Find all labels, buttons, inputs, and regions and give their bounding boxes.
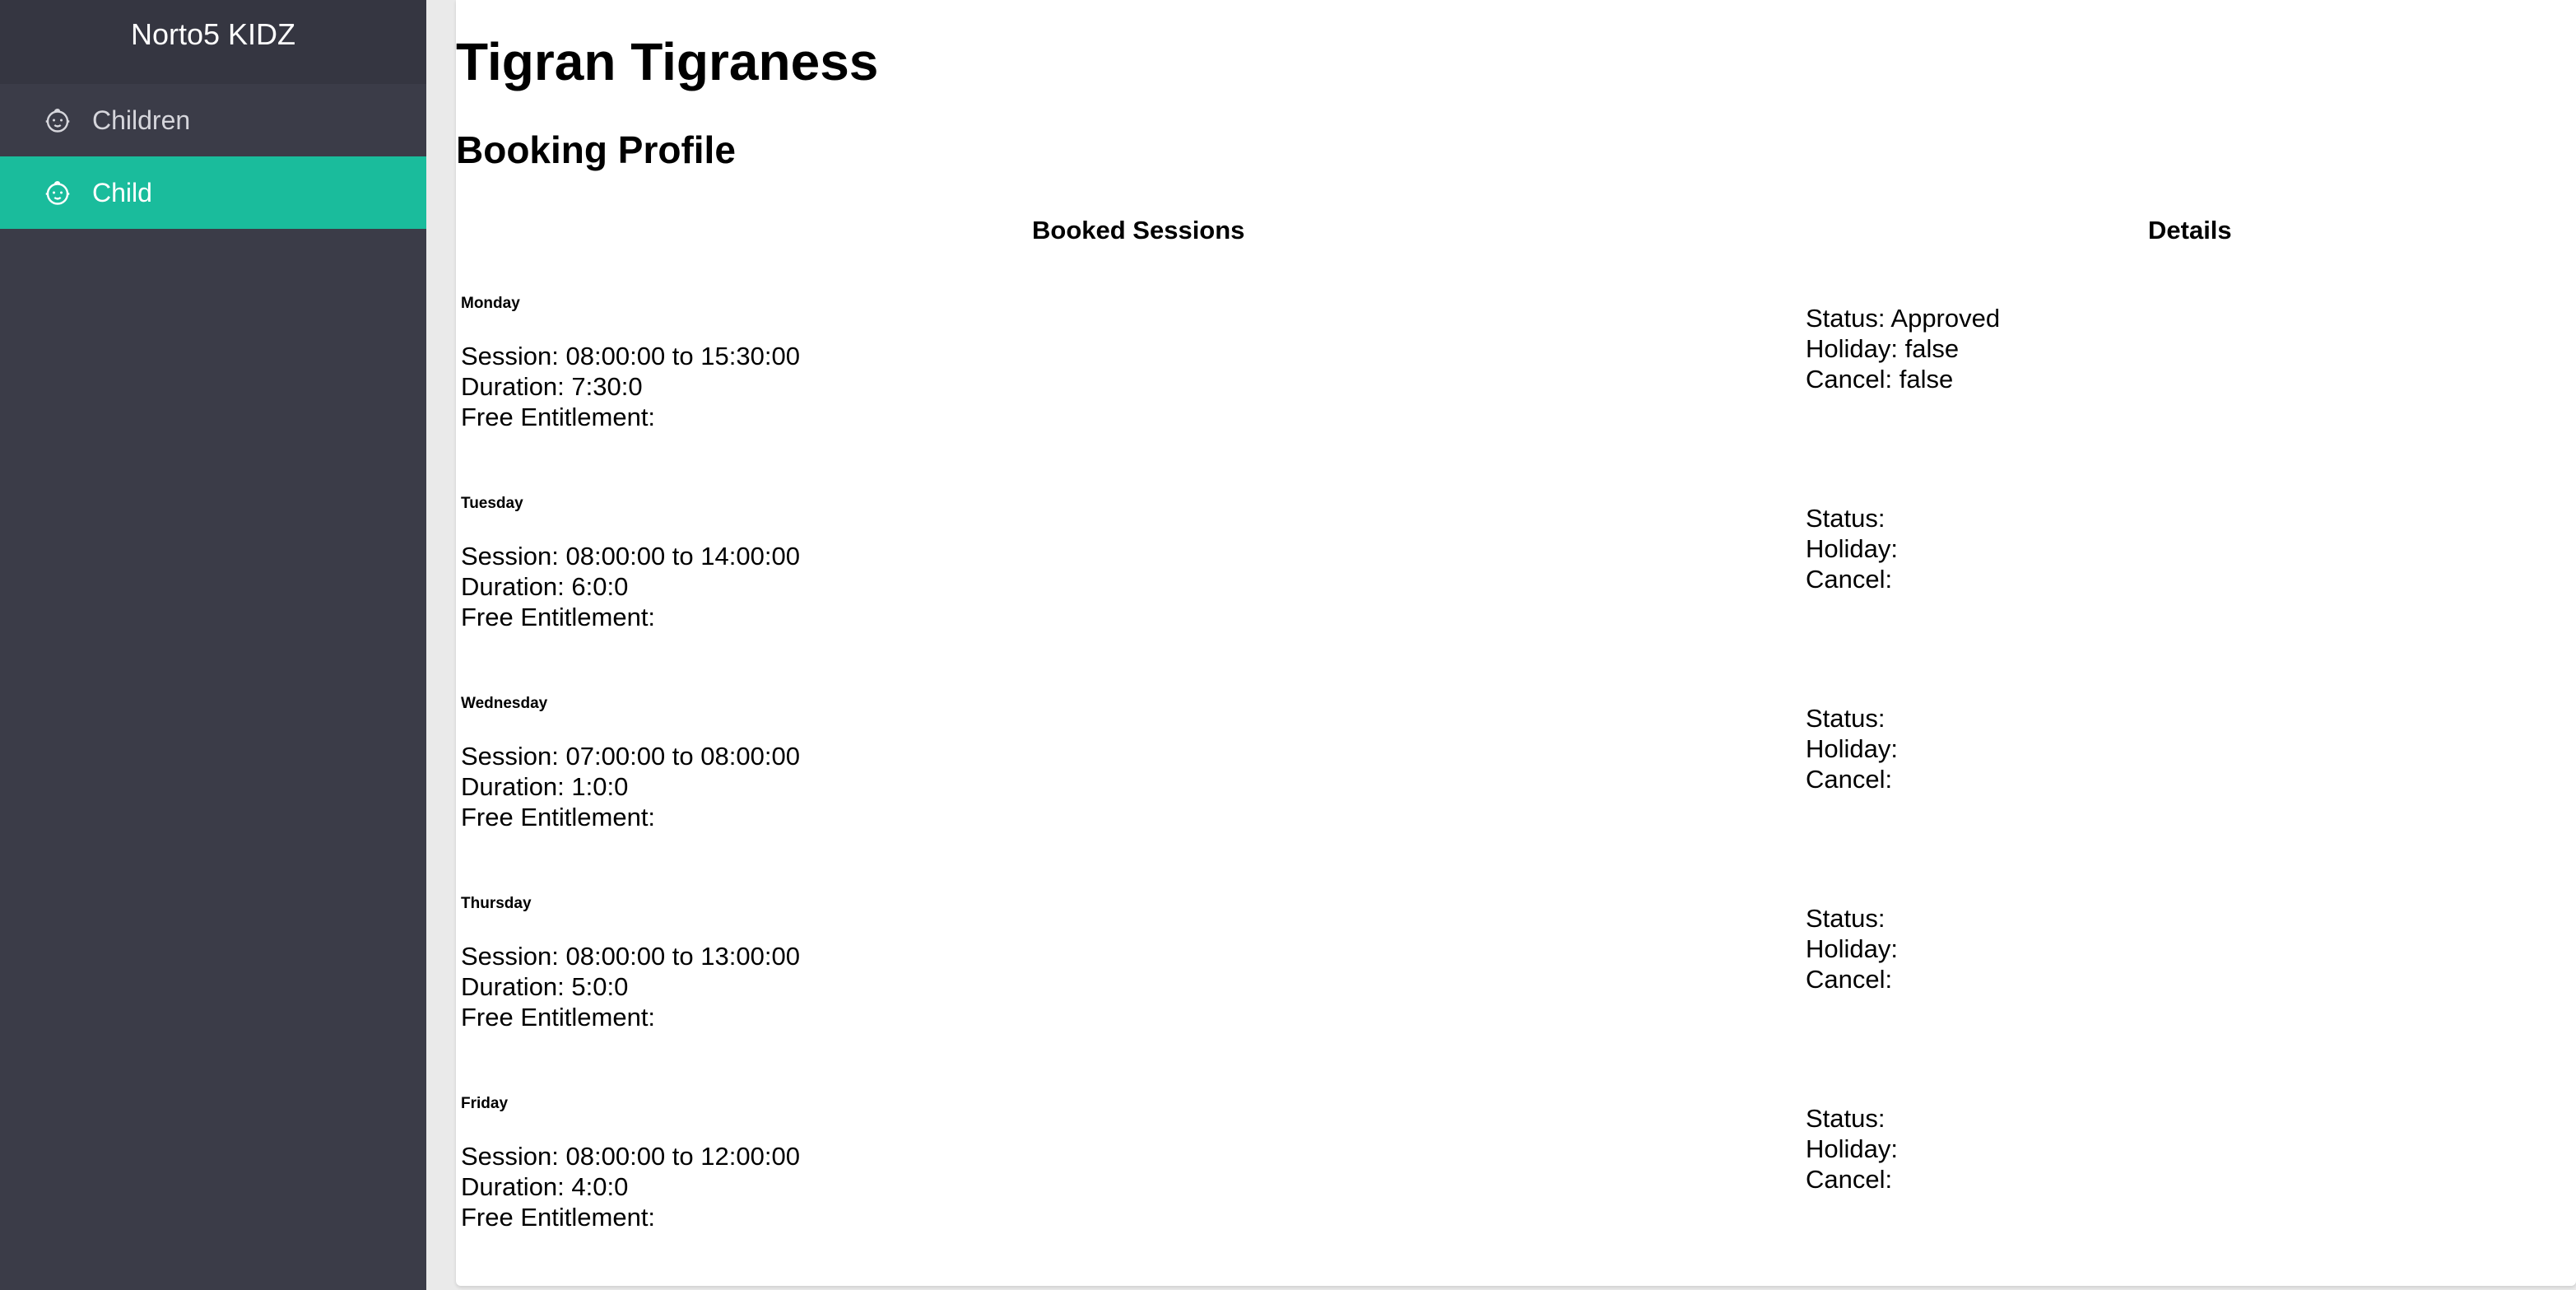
booking-row: Friday Session: 08:00:00 to 12:00:00 Dur…	[461, 1092, 1778, 1232]
day-label: Tuesday	[461, 495, 523, 512]
session-duration: Duration: 6:0:0	[461, 572, 629, 601]
free-entitlement: Free Entitlement:	[461, 403, 656, 431]
cancel-text: Cancel:	[1806, 965, 1893, 994]
holiday-text: Holiday: false	[1806, 334, 1960, 363]
booking-details: Status: Approved Holiday: false Cancel: …	[1806, 303, 2464, 394]
day-label: Friday	[461, 1095, 509, 1112]
holiday-text: Holiday:	[1806, 534, 1898, 563]
sidebar: Norto5 KIDZ Children Child	[0, 0, 426, 1290]
cancel-text: Cancel: false	[1806, 365, 1954, 394]
sidebar-item-label: Child	[92, 177, 152, 207]
session-time: Session: 08:00:00 to 13:00:00	[461, 942, 800, 971]
cancel-text: Cancel:	[1806, 765, 1893, 794]
column-header-sessions: Booked Sessions	[1032, 216, 1245, 244]
free-entitlement: Free Entitlement:	[461, 1003, 656, 1032]
free-entitlement: Free Entitlement:	[461, 803, 656, 831]
session-time: Session: 08:00:00 to 14:00:00	[461, 542, 800, 570]
page-title: Tigran Tigraness	[456, 32, 879, 91]
booking-row: Wednesday Session: 07:00:00 to 08:00:00 …	[461, 692, 1778, 832]
status-text: Status:	[1806, 1104, 1886, 1133]
status-text: Status:	[1806, 704, 1886, 733]
booking-details: Status: Holiday: Cancel:	[1806, 503, 2464, 594]
booking-row: Thursday Session: 08:00:00 to 13:00:00 D…	[461, 892, 1778, 1032]
holiday-text: Holiday:	[1806, 1134, 1898, 1163]
session-duration: Duration: 1:0:0	[461, 772, 629, 801]
session-duration: Duration: 4:0:0	[461, 1172, 629, 1201]
free-entitlement: Free Entitlement:	[461, 603, 656, 631]
cancel-text: Cancel:	[1806, 1165, 1893, 1194]
session-time: Session: 08:00:00 to 15:30:00	[461, 342, 800, 370]
free-entitlement: Free Entitlement:	[461, 1203, 656, 1232]
booking-details: Status: Holiday: Cancel:	[1806, 903, 2464, 994]
child-face-icon	[43, 178, 72, 207]
child-face-icon	[43, 105, 72, 135]
cancel-text: Cancel:	[1806, 565, 1893, 594]
day-label: Monday	[461, 295, 520, 312]
holiday-text: Holiday:	[1806, 934, 1898, 963]
booking-details: Status: Holiday: Cancel:	[1806, 703, 2464, 794]
status-text: Status:	[1806, 904, 1886, 933]
sidebar-item-child[interactable]: Child	[0, 156, 426, 229]
holiday-text: Holiday:	[1806, 734, 1898, 763]
brand-title[interactable]: Norto5 KIDZ	[0, 0, 426, 84]
status-text: Status: Approved	[1806, 304, 2001, 333]
session-time: Session: 07:00:00 to 08:00:00	[461, 742, 800, 771]
day-label: Wednesday	[461, 695, 548, 712]
sidebar-item-label: Children	[92, 105, 191, 135]
sidebar-item-children[interactable]: Children	[0, 84, 426, 156]
section-title: Booking Profile	[456, 128, 736, 171]
booking-row: Tuesday Session: 08:00:00 to 14:00:00 Du…	[461, 491, 1778, 632]
day-label: Thursday	[461, 895, 532, 912]
main-content: Tigran Tigraness Booking Profile Booked …	[456, 0, 2576, 1286]
status-text: Status:	[1806, 504, 1886, 533]
booking-details: Status: Holiday: Cancel:	[1806, 1103, 2464, 1195]
session-time: Session: 08:00:00 to 12:00:00	[461, 1142, 800, 1171]
booking-row: Monday Session: 08:00:00 to 15:30:00 Dur…	[461, 291, 1778, 432]
session-duration: Duration: 5:0:0	[461, 972, 629, 1001]
column-header-details: Details	[2148, 216, 2232, 244]
session-duration: Duration: 7:30:0	[461, 372, 643, 401]
